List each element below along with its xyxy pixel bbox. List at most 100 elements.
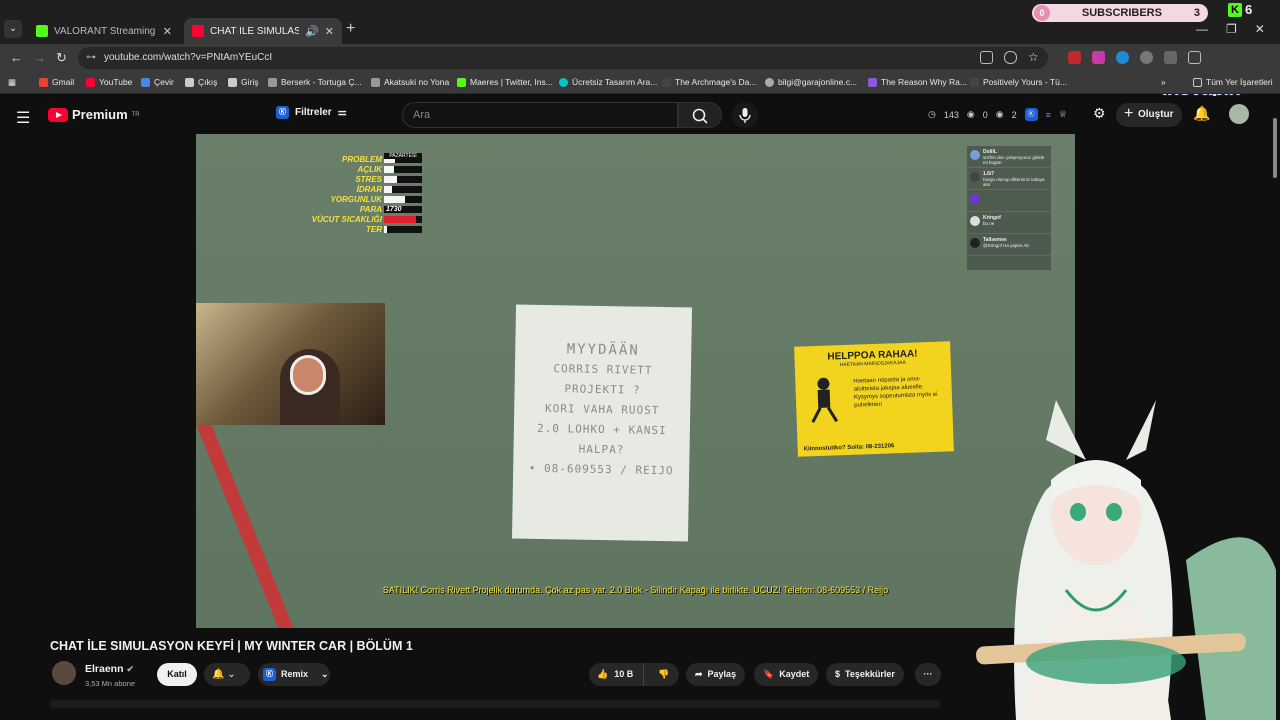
browser-tab-strip: ⌄ VALORANT Streaming - Live St ✕ CHAT İL… bbox=[0, 0, 1280, 44]
hud-bar bbox=[384, 165, 422, 173]
bookmark-item[interactable]: Çıkış bbox=[185, 77, 217, 87]
bookmark-item[interactable]: Berserk - Tortuga Ç... bbox=[268, 77, 362, 87]
eye-off-icon[interactable] bbox=[1004, 51, 1017, 64]
kick-count: 6 bbox=[1245, 2, 1253, 17]
hud-bar bbox=[384, 215, 422, 223]
audio-icon[interactable]: 🔊 bbox=[305, 25, 319, 38]
site-info-icon[interactable]: ⊶ bbox=[86, 47, 96, 69]
ext-cloud-icon[interactable] bbox=[1164, 51, 1177, 64]
note-line: • 08-609553 / REIJO bbox=[528, 461, 674, 478]
extension-icons: ☆ bbox=[980, 51, 1201, 64]
subtitle-text: SATILIK! Corris Rivett Projelik durumda.… bbox=[382, 585, 889, 595]
page-scrollbar[interactable] bbox=[1272, 98, 1278, 702]
ext-blue-icon[interactable] bbox=[1116, 51, 1129, 64]
bookmark-item[interactable]: Ücretsiz Tasarım Ara... bbox=[559, 77, 657, 87]
description-box[interactable] bbox=[50, 700, 940, 708]
install-icon[interactable] bbox=[980, 51, 993, 64]
bookmark-item[interactable]: Positively Yours - Tü... bbox=[970, 77, 1067, 87]
translate-icon bbox=[141, 77, 150, 87]
subscription-bell-button[interactable]: 🔔 ⌄ bbox=[204, 663, 250, 686]
login-icon bbox=[228, 77, 237, 87]
new-tab-button[interactable]: + bbox=[346, 20, 355, 38]
book-icon bbox=[868, 77, 877, 87]
chat-message: DoliiL sel'hm don çalışmıyoruz girilde mi… bbox=[967, 146, 1051, 168]
channel-name[interactable]: Elraenn ✔ bbox=[85, 663, 134, 675]
remix-label: Remix bbox=[281, 669, 309, 679]
bookmark-item[interactable]: bilgi@garajonline.c... bbox=[765, 77, 857, 87]
youtube-logo[interactable]: Premium TR bbox=[48, 107, 140, 122]
bookmark-item[interactable]: Giriş bbox=[228, 77, 258, 87]
youtube-icon bbox=[86, 77, 95, 87]
save-button[interactable]: 🔖 Kaydet bbox=[754, 663, 819, 686]
site-icon bbox=[268, 77, 277, 87]
settings-icon[interactable]: ⚙ bbox=[1093, 105, 1106, 122]
join-button[interactable]: Katıl bbox=[157, 663, 197, 686]
forward-icon[interactable]: → bbox=[33, 50, 46, 65]
back-icon[interactable]: ← bbox=[10, 50, 23, 65]
bookmark-label: Çıkış bbox=[198, 77, 218, 87]
video-player[interactable]: PROBLEM AÇLIK STRES İDRAR YORGUNLUK PARA 1730 V… bbox=[196, 134, 1075, 628]
star-icon[interactable]: ☆ bbox=[1028, 51, 1041, 64]
apps-icon[interactable]: ▦ bbox=[8, 77, 16, 88]
create-button[interactable]: Oluştur bbox=[1116, 102, 1182, 127]
minimize-icon[interactable]: — bbox=[1196, 22, 1208, 36]
ext-bulb-icon[interactable] bbox=[1140, 51, 1153, 64]
remix-button[interactable]: Ⓚ Remix ⌄ bbox=[258, 663, 330, 686]
bookmark-item[interactable]: Maeres | Twitter, Ins... bbox=[457, 77, 553, 87]
hud-bar-fill bbox=[384, 215, 417, 223]
close-tab-icon[interactable]: ✕ bbox=[325, 25, 334, 38]
reload-icon[interactable]: ↻ bbox=[56, 50, 67, 66]
share-button[interactable]: ➦ Paylaş bbox=[686, 663, 746, 686]
trophy-icon[interactable]: ♕ bbox=[1059, 109, 1067, 120]
hud-label: YORGUNLUK bbox=[330, 194, 382, 204]
account-avatar[interactable] bbox=[1229, 104, 1249, 124]
filters-button[interactable]: Ⓚ Filtreler ⚌ bbox=[276, 106, 347, 119]
channel-avatar[interactable] bbox=[52, 661, 76, 685]
bookmark-item[interactable]: Gmail bbox=[39, 77, 74, 87]
sliders-icon: ⚌ bbox=[337, 107, 347, 118]
tab-valorant[interactable]: VALORANT Streaming - Live St ✕ bbox=[28, 18, 180, 44]
chat-message: 1.6i7 Kargo olunup dikerniniz kafaya alor bbox=[967, 168, 1051, 190]
gmail-icon bbox=[39, 77, 48, 87]
ext-pink-icon[interactable] bbox=[1092, 51, 1105, 64]
bookmark-label: Çevir bbox=[154, 77, 174, 87]
bookmark-item[interactable]: YouTube bbox=[86, 77, 132, 87]
subscriber-right-count: 3 bbox=[1193, 7, 1200, 19]
chat-avatar bbox=[970, 194, 980, 204]
menu-icon[interactable]: ☰ bbox=[16, 108, 30, 128]
thanks-button[interactable]: $ Teşekkürler bbox=[826, 663, 904, 686]
maximize-icon[interactable]: ❐ bbox=[1226, 22, 1237, 36]
all-bookmarks[interactable]: Tüm Yer İşaretleri bbox=[1193, 77, 1273, 87]
notifications-icon[interactable]: 🔔 bbox=[1193, 105, 1210, 122]
hud-label: AÇLIK bbox=[357, 164, 382, 174]
close-tab-icon[interactable]: ✕ bbox=[163, 25, 172, 38]
hud-bar bbox=[384, 225, 422, 233]
bookmark-item[interactable]: Çevir bbox=[141, 77, 174, 87]
tab-search-button[interactable]: ⌄ bbox=[4, 20, 22, 38]
close-window-icon[interactable]: ✕ bbox=[1255, 22, 1265, 36]
more-bookmarks-icon[interactable]: » bbox=[1161, 77, 1166, 87]
bookmark-item[interactable]: The Archmage's Da... bbox=[662, 77, 756, 87]
url-field[interactable]: ⊶ youtube.com/watch?v=PNtAmYEuCcI bbox=[78, 47, 1048, 69]
logo-text: Premium bbox=[72, 107, 128, 122]
filters-label: Filtreler bbox=[295, 107, 332, 118]
dislike-button[interactable]: 👎 bbox=[649, 663, 679, 686]
hud-bar-fill bbox=[384, 165, 394, 173]
bookmark-item[interactable]: Akatsuki no Yona bbox=[371, 77, 449, 87]
eye-icon: ◉ bbox=[995, 109, 1004, 119]
search-input[interactable]: Ara bbox=[402, 102, 678, 128]
bookmark-item[interactable]: The Reason Why Ra... bbox=[868, 77, 967, 87]
bookmark-label: Giriş bbox=[241, 77, 259, 87]
like-button[interactable]: 👍 10 B bbox=[589, 663, 644, 686]
scrollbar-thumb[interactable] bbox=[1273, 118, 1277, 178]
list-icon[interactable]: ≡ bbox=[1046, 110, 1051, 120]
more-actions-button[interactable]: ··· bbox=[915, 663, 941, 686]
voice-search-button[interactable] bbox=[732, 102, 758, 128]
ext-red-icon[interactable] bbox=[1068, 51, 1081, 64]
hud-row: STRES bbox=[296, 174, 422, 184]
extension-icon[interactable]: Ⓚ bbox=[1024, 108, 1038, 121]
thumbs-down-icon: 👎 bbox=[658, 669, 670, 679]
tab-youtube-active[interactable]: CHAT İLE SIMULASYON KEYF 🔊 ✕ bbox=[184, 18, 342, 44]
puzzle-icon[interactable] bbox=[1188, 51, 1201, 64]
search-button[interactable] bbox=[678, 102, 722, 128]
